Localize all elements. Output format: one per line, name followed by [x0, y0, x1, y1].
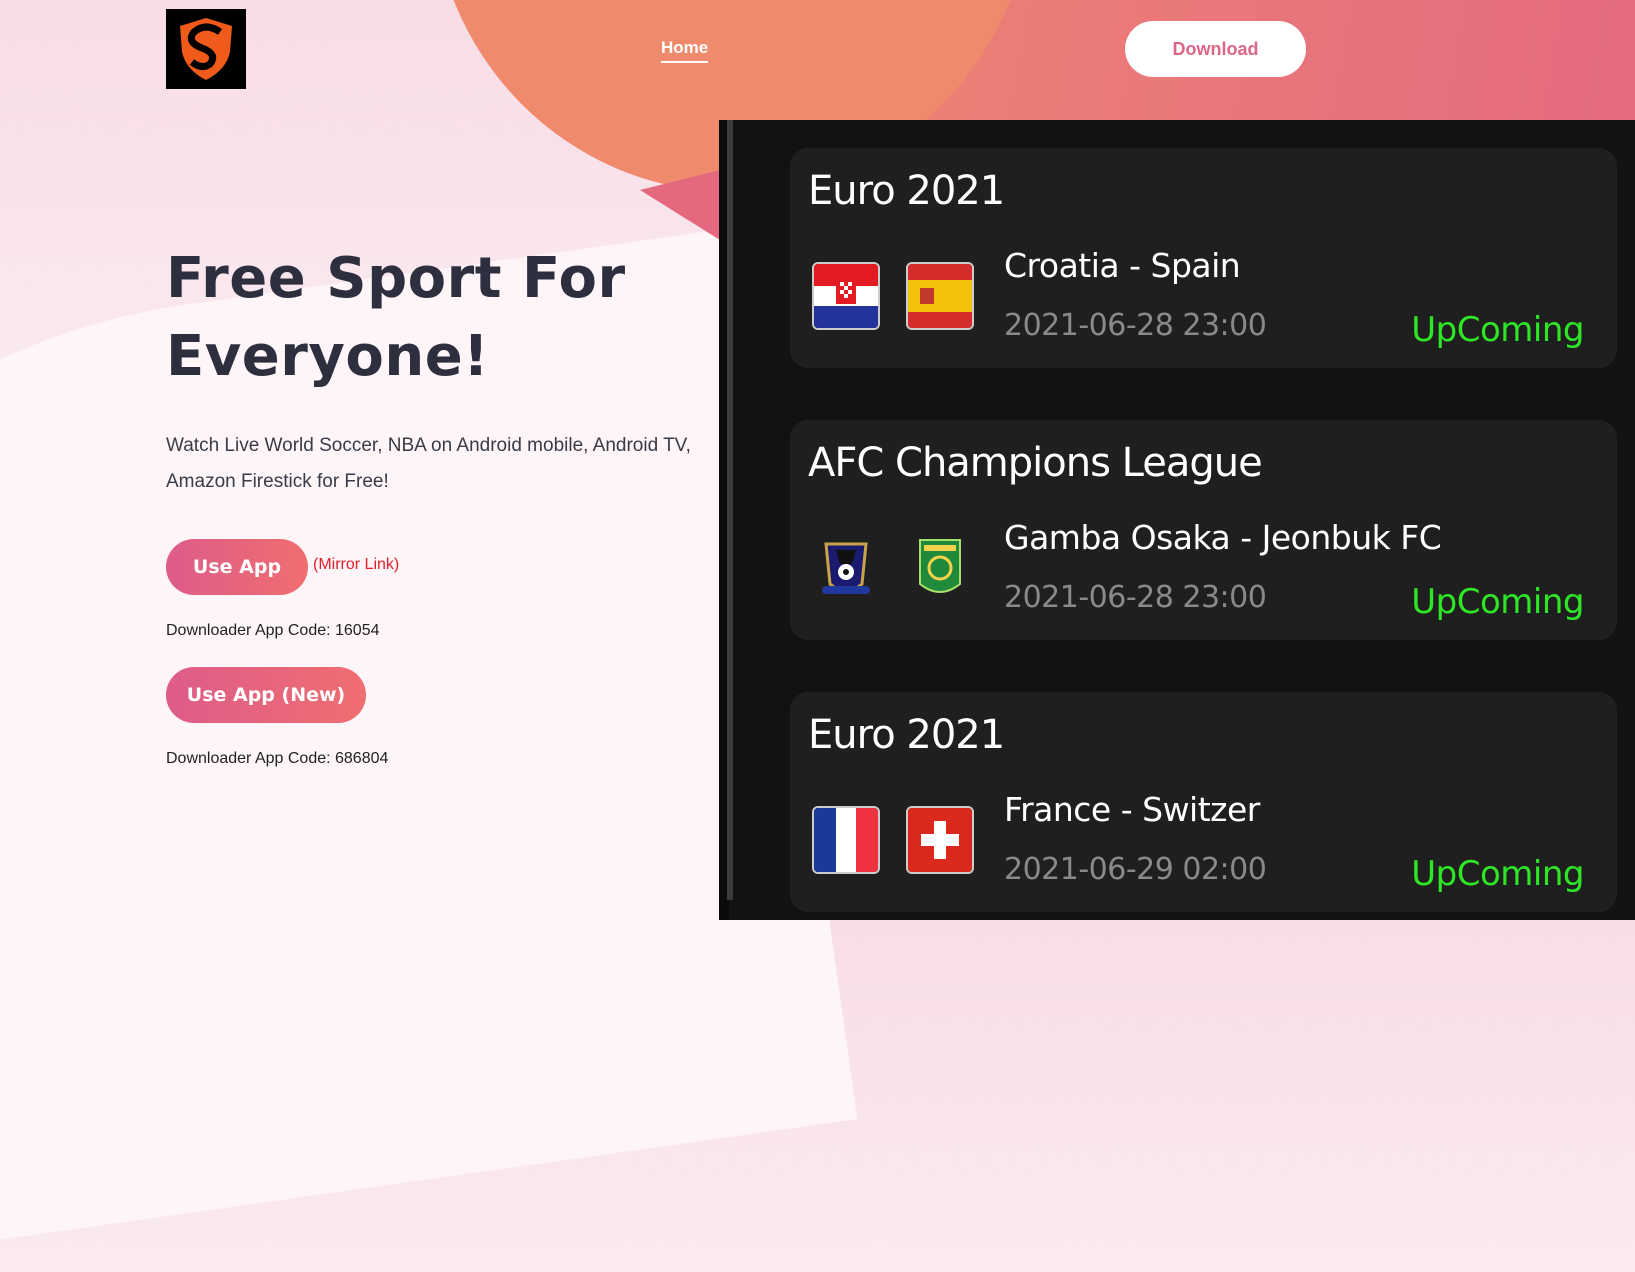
match-title: France - Switzer — [1004, 790, 1260, 829]
league-name: AFC Champions League — [808, 440, 1263, 486]
site-logo[interactable] — [166, 9, 246, 89]
match-title: Gamba Osaka - Jeonbuk FC — [1004, 518, 1442, 557]
croatia-flag-icon — [812, 262, 880, 330]
match-card[interactable]: Euro 2021 France - Switzer 2021-06-29 02… — [790, 692, 1617, 912]
match-time: 2021-06-28 23:00 — [1004, 308, 1267, 343]
download-button[interactable]: Download — [1125, 21, 1306, 77]
jeonbuk-crest-icon — [906, 534, 974, 602]
switzerland-flag-icon — [906, 806, 974, 874]
match-time: 2021-06-28 23:00 — [1004, 580, 1267, 615]
france-flag-icon — [812, 806, 880, 874]
league-name: Euro 2021 — [808, 712, 1005, 758]
shield-s-logo-icon — [180, 18, 232, 80]
gamba-osaka-crest-icon — [812, 534, 880, 602]
match-status: UpComing — [1411, 582, 1584, 622]
phone-edge — [727, 120, 733, 900]
league-name: Euro 2021 — [808, 168, 1005, 214]
downloader-code-1: Downloader App Code: 16054 — [166, 622, 380, 639]
spain-flag-icon — [906, 262, 974, 330]
downloader-code-2: Downloader App Code: 686804 — [166, 750, 389, 767]
match-status: UpComing — [1411, 854, 1584, 894]
hero-title: Free Sport For Everyone! — [166, 240, 626, 396]
match-title: Croatia - Spain — [1004, 246, 1241, 285]
hero-title-line2: Everyone! — [166, 324, 490, 389]
match-card[interactable]: Euro 2021 Croatia - Spain 2021-06-28 23:… — [790, 148, 1617, 368]
mirror-link[interactable]: (Mirror Link) — [313, 556, 399, 574]
match-status: UpComing — [1411, 310, 1584, 350]
use-app-button[interactable]: Use App — [166, 539, 308, 595]
match-time: 2021-06-29 02:00 — [1004, 852, 1267, 887]
match-card[interactable]: AFC Champions League Gamba Osaka - Jeonb… — [790, 420, 1617, 640]
use-app-new-button[interactable]: Use App (New) — [166, 667, 366, 723]
hero-title-line1: Free Sport For — [166, 246, 626, 311]
nav-home-link[interactable]: Home — [661, 38, 709, 63]
hero-description: Watch Live World Soccer, NBA on Android … — [166, 435, 691, 492]
